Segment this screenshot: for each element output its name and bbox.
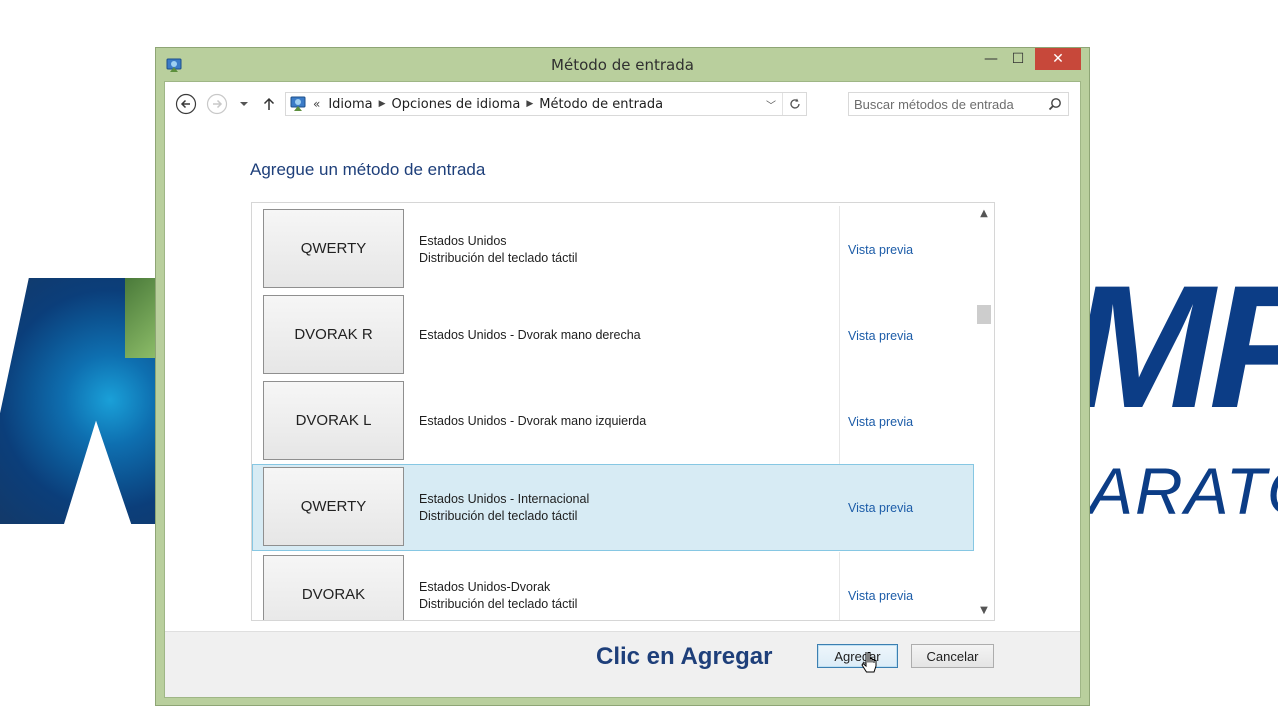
keyboard-layout-tile: QWERTY	[263, 209, 404, 288]
search-icon[interactable]	[1048, 97, 1062, 111]
breadcrumb-separator-icon[interactable]: ▶	[526, 99, 533, 109]
method-name: Estados Unidos - Dvorak mano derecha	[419, 328, 641, 342]
list-item[interactable]: DVORAK Estados Unidos-Dvorak Distribució…	[252, 552, 974, 620]
method-name: Estados Unidos	[419, 233, 507, 248]
background-logo-left	[0, 278, 160, 524]
method-name: Estados Unidos - Internacional	[419, 491, 590, 506]
up-button[interactable]	[259, 93, 279, 115]
input-method-list[interactable]: QWERTY Estados Unidos Distribución del t…	[251, 202, 995, 621]
search-box[interactable]	[848, 92, 1069, 116]
input-method-window: Método de entrada — ☐ ✕ « Idioma ▶ Opcio…	[155, 47, 1090, 706]
vertical-scrollbar[interactable]: ▲ ▼	[974, 203, 994, 620]
refresh-button[interactable]	[782, 93, 806, 115]
window-content: « Idioma ▶ Opciones de idioma ▶ Método d…	[164, 81, 1081, 698]
method-detail: Distribución del teclado táctil	[419, 250, 578, 265]
minimize-button[interactable]: —	[978, 48, 1004, 70]
maximize-button[interactable]: ☐	[1005, 48, 1031, 70]
breadcrumb-opciones-de-idioma[interactable]: Opciones de idioma	[392, 97, 521, 112]
method-detail: Distribución del teclado táctil	[419, 508, 578, 523]
overflow-chevron-icon[interactable]: «	[313, 97, 320, 111]
mouse-cursor-icon	[861, 652, 877, 673]
scroll-up-icon[interactable]: ▲	[974, 205, 994, 221]
keyboard-layout-tile: DVORAK L	[263, 381, 404, 460]
method-detail: Distribución del teclado táctil	[419, 596, 578, 611]
instruction-caption: Clic en Agregar	[596, 643, 773, 670]
preview-link[interactable]: Vista previa	[848, 464, 913, 551]
preview-link[interactable]: Vista previa	[848, 378, 913, 465]
dialog-footer: Clic en Agregar Agregar Cancelar	[165, 631, 1080, 697]
title-bar[interactable]: Método de entrada — ☐ ✕	[156, 48, 1089, 81]
forward-button[interactable]	[206, 93, 228, 115]
scroll-thumb[interactable]	[977, 305, 991, 324]
recent-locations-button[interactable]	[237, 93, 251, 115]
method-description: Estados Unidos - Dvorak mano derecha	[419, 292, 641, 379]
list-item[interactable]: QWERTY Estados Unidos Distribución del t…	[252, 206, 974, 293]
preview-link[interactable]: Vista previa	[848, 552, 913, 620]
column-divider	[839, 292, 840, 379]
list-item[interactable]: DVORAK R Estados Unidos - Dvorak mano de…	[252, 292, 974, 379]
list-item[interactable]: DVORAK L Estados Unidos - Dvorak mano iz…	[252, 378, 974, 465]
breadcrumb-idioma[interactable]: Idioma	[328, 97, 372, 112]
address-dropdown-icon[interactable]: ﹀	[766, 97, 776, 112]
control-panel-icon	[290, 96, 306, 111]
close-button[interactable]: ✕	[1035, 48, 1081, 70]
list-item-selected[interactable]: QWERTY Estados Unidos - Internacional Di…	[252, 464, 974, 551]
navigation-bar: « Idioma ▶ Opciones de idioma ▶ Método d…	[165, 82, 1080, 126]
column-divider	[839, 206, 840, 293]
method-description: Estados Unidos Distribución del teclado …	[419, 206, 577, 293]
logo-text-small: ARATO	[1089, 454, 1278, 528]
method-name: Estados Unidos-Dvorak	[419, 579, 551, 594]
cancel-button[interactable]: Cancelar	[911, 644, 994, 668]
method-description: Estados Unidos - Internacional Distribuc…	[419, 464, 589, 551]
method-name: Estados Unidos - Dvorak mano izquierda	[419, 414, 647, 428]
background-logo-right: MPU ARATO	[1089, 270, 1278, 540]
forward-arrow-icon	[206, 93, 228, 115]
add-button[interactable]: Agregar	[817, 644, 898, 668]
page-heading: Agregue un método de entrada	[250, 160, 486, 179]
keyboard-layout-tile: QWERTY	[263, 467, 404, 546]
breadcrumb-metodo-de-entrada[interactable]: Método de entrada	[539, 97, 663, 112]
keyboard-layout-tile: DVORAK	[263, 555, 404, 620]
column-divider	[839, 552, 840, 620]
up-arrow-icon	[263, 97, 275, 110]
back-arrow-icon	[175, 93, 197, 115]
chevron-down-icon	[240, 102, 248, 106]
address-bar[interactable]: « Idioma ▶ Opciones de idioma ▶ Método d…	[285, 92, 807, 116]
breadcrumb-separator-icon[interactable]: ▶	[379, 99, 386, 109]
column-divider	[839, 378, 840, 465]
refresh-icon	[789, 98, 800, 109]
preview-link[interactable]: Vista previa	[848, 292, 913, 379]
preview-link[interactable]: Vista previa	[848, 206, 913, 293]
method-description: Estados Unidos-Dvorak Distribución del t…	[419, 552, 578, 620]
scroll-down-icon[interactable]: ▼	[974, 602, 994, 618]
logo-text-large: MPU	[1089, 270, 1278, 435]
method-description: Estados Unidos - Dvorak mano izquierda	[419, 378, 646, 465]
keyboard-layout-tile: DVORAK R	[263, 295, 404, 374]
window-title: Método de entrada	[551, 56, 694, 74]
search-input[interactable]	[849, 93, 1039, 115]
back-button[interactable]	[175, 93, 197, 115]
